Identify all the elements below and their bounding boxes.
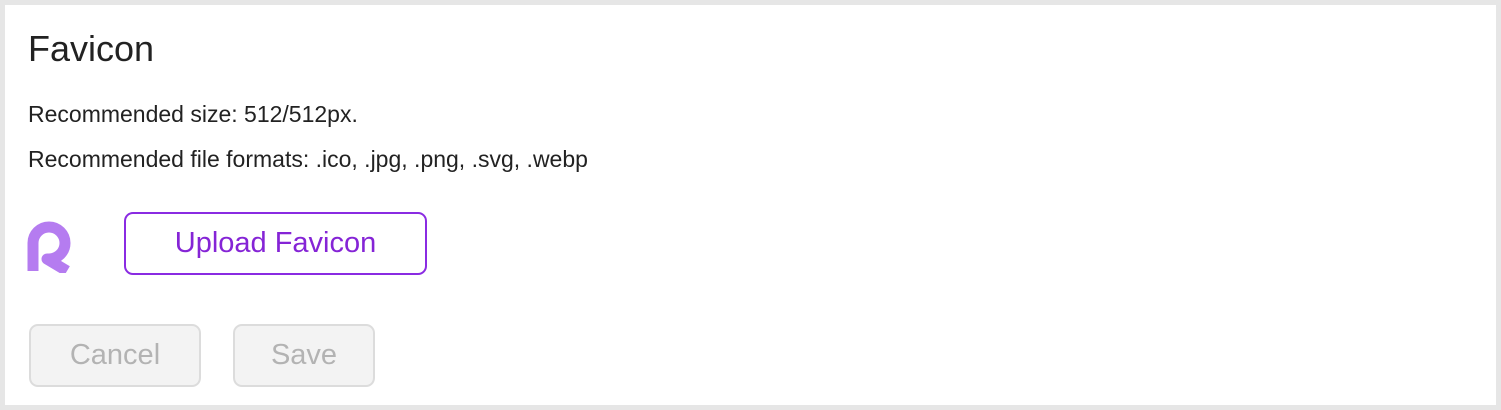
recommended-size-text: Recommended size: 512/512px. xyxy=(28,101,358,127)
recommended-formats-text: Recommended file formats: .ico, .jpg, .p… xyxy=(28,146,588,172)
favicon-preview-icon xyxy=(27,221,71,273)
upload-favicon-button[interactable]: Upload Favicon xyxy=(124,212,427,275)
favicon-settings-card: Favicon Recommended size: 512/512px. Rec… xyxy=(5,5,1496,405)
save-button[interactable]: Save xyxy=(233,324,375,387)
cancel-button[interactable]: Cancel xyxy=(29,324,201,387)
section-title: Favicon xyxy=(28,28,155,69)
